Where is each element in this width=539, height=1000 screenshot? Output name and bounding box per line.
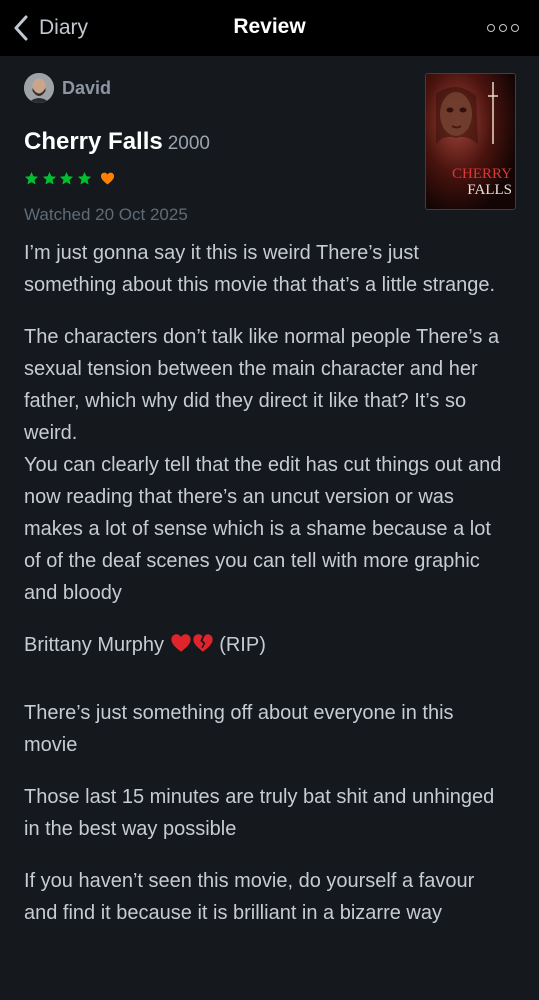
more-dot [487, 24, 495, 32]
review-body: I’m just gonna say it this is weird Ther… [24, 237, 504, 929]
more-dot [499, 24, 507, 32]
poster-title-line1: CHERRY [451, 166, 512, 182]
poster-title: CHERRY FALLS [452, 166, 512, 198]
rating [24, 168, 115, 188]
review-paragraph: Those last 15 minutes are truly bat shit… [24, 786, 495, 840]
username: David [62, 77, 112, 98]
review-paragraph: There’s just something off about everyon… [24, 702, 454, 756]
broken-heart-icon [193, 634, 213, 652]
star-icon [24, 171, 39, 184]
red-heart-icon [171, 634, 191, 652]
review-author[interactable]: David [24, 72, 111, 104]
movie-poster[interactable]: CHERRY FALLS [425, 73, 516, 210]
review-paragraph: The characters don’t talk like normal pe… [24, 326, 500, 444]
avatar-image [24, 73, 54, 103]
watched-date: Watched 20 Oct 2025 [24, 205, 188, 224]
review-text: Brittany Murphy [24, 634, 165, 656]
star-icon [77, 171, 91, 184]
review-paragraph: If you haven’t seen this movie, do yours… [24, 870, 475, 924]
review-text: (RIP) [219, 634, 266, 656]
avatar[interactable] [24, 73, 54, 103]
review-paragraph: Brittany Murphy (RIP) [24, 629, 504, 661]
more-dot [511, 24, 519, 32]
heart-icon [100, 172, 115, 184]
more-options-icon[interactable] [487, 20, 519, 36]
movie-title[interactable]: Cherry Falls [24, 128, 163, 156]
page-title: Review [233, 15, 306, 38]
poster-title-line2: FALLS [467, 182, 512, 198]
review-paragraph: You can clearly tell that the edit has c… [24, 454, 502, 604]
star-icon [59, 171, 74, 184]
movie-year[interactable]: 2000 [168, 133, 210, 155]
star-icon [42, 171, 56, 184]
movie-heading: Cherry Falls 2000 [24, 128, 210, 156]
top-bar: Diary Review [0, 0, 539, 56]
review-paragraph: I’m just gonna say it this is weird Ther… [24, 242, 496, 296]
